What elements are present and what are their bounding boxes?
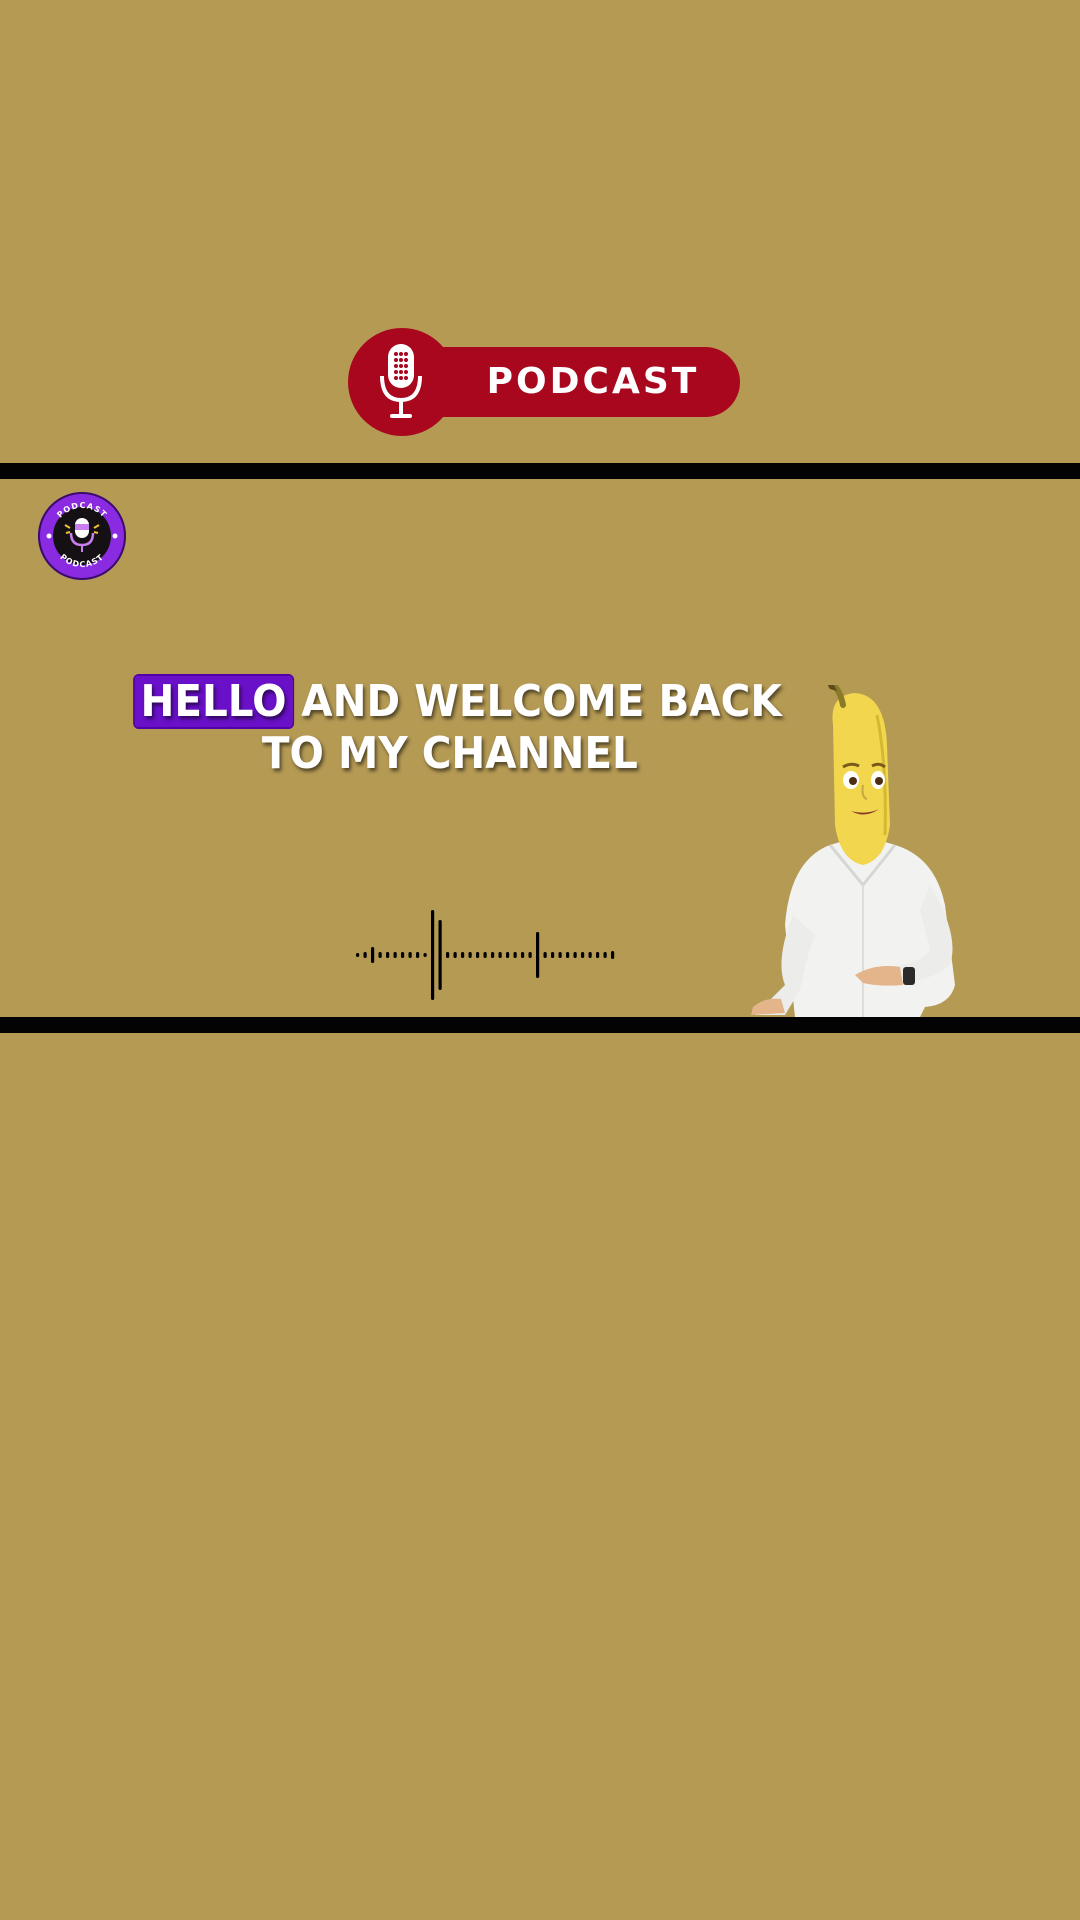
waveform-bar xyxy=(588,952,592,958)
waveform-bar xyxy=(408,952,412,958)
podcast-label: PODCAST xyxy=(486,361,700,402)
waveform-bar xyxy=(513,952,517,958)
channel-logo: PODCAST PODCAST xyxy=(38,492,126,580)
highlighted-word: HELLO xyxy=(134,676,293,727)
waveform-bar xyxy=(483,952,487,958)
waveform-bar xyxy=(446,952,450,958)
waveform-bar xyxy=(498,952,502,958)
waveform-bar xyxy=(401,952,405,958)
waveform-bar xyxy=(416,952,420,958)
waveform-bar xyxy=(596,952,600,958)
waveform-bar xyxy=(393,952,397,958)
waveform-bar xyxy=(521,952,525,958)
waveform-bar xyxy=(423,953,427,957)
video-frame: PODCAST PODCAST PODCAST HELLO AND WELCOM… xyxy=(0,0,1080,1920)
microphone-icon xyxy=(380,344,422,418)
waveform-bar xyxy=(611,951,615,959)
caption-line-1-text: AND WELCOME BACK xyxy=(301,676,782,727)
top-frame-bar xyxy=(0,463,1080,479)
waveform-bar xyxy=(378,952,382,958)
caption-line-2: TO MY CHANNEL xyxy=(261,728,638,779)
waveform-bar xyxy=(453,952,457,958)
waveform-bar xyxy=(363,952,367,958)
waveform-bar xyxy=(506,952,510,958)
podcast-badge: PODCAST xyxy=(348,328,740,436)
banana-man-avatar xyxy=(751,685,955,1017)
waveform-bar xyxy=(558,952,562,958)
audio-waveform-icon xyxy=(356,910,615,1000)
waveform-bar xyxy=(551,952,555,958)
waveform-bar xyxy=(581,952,585,958)
bottom-frame-bar xyxy=(0,1017,1080,1033)
waveform-bar xyxy=(528,952,532,958)
waveform-bar xyxy=(431,910,435,1000)
waveform-bar xyxy=(491,952,495,958)
waveform-bar xyxy=(543,952,547,958)
waveform-bar xyxy=(371,947,375,963)
subtitle-caption: HELLO AND WELCOME BACK TO MY CHANNEL xyxy=(100,676,782,780)
waveform-bar xyxy=(566,952,570,958)
waveform-bar xyxy=(468,952,472,958)
waveform-bar xyxy=(603,952,607,958)
waveform-bar xyxy=(536,932,540,978)
caption-line-1: HELLO AND WELCOME BACK xyxy=(100,676,782,728)
waveform-bar xyxy=(476,952,480,958)
waveform-bar xyxy=(573,952,577,958)
waveform-bar xyxy=(356,953,360,957)
waveform-bar xyxy=(461,952,465,958)
waveform-bar xyxy=(438,920,442,990)
waveform-bar xyxy=(386,952,390,958)
